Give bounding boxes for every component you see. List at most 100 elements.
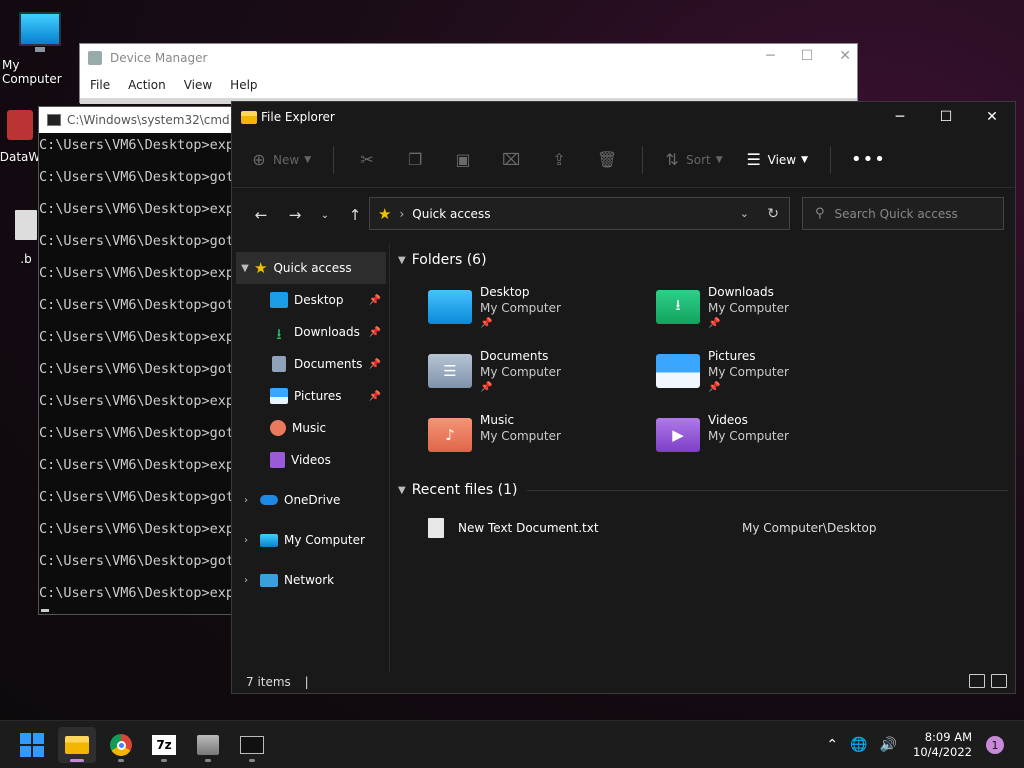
sidebar-item-onedrive[interactable]: › OneDrive	[232, 484, 389, 516]
recent-locations-icon[interactable]: ⌄	[312, 210, 338, 221]
sidebar-item-downloads[interactable]: ⭳ Downloads 📌	[232, 316, 389, 348]
sidebar-item-music[interactable]: Music	[232, 412, 389, 444]
folder-downloads[interactable]: ⭳ Downloads My Computer 📌	[656, 284, 876, 332]
pin-icon[interactable]: 📌	[369, 295, 381, 306]
chevron-up-icon[interactable]: ⌃	[826, 737, 838, 753]
start-button[interactable]	[13, 727, 51, 763]
minimize-icon[interactable]: ─	[877, 102, 923, 132]
sort-label: Sort	[686, 152, 711, 167]
7zip-icon: 7z	[152, 735, 176, 755]
search-input[interactable]: ⚲ Search Quick access	[802, 197, 1004, 230]
minimize-icon[interactable]: ─	[766, 48, 774, 64]
clock-time: 8:09 AM	[924, 730, 972, 744]
new-button[interactable]: ⊕ New ▼	[250, 150, 311, 169]
forward-icon[interactable]: →	[278, 206, 312, 224]
cmd-line: C:\Users\VM6\Desktop>got	[39, 425, 235, 441]
chevron-right-icon[interactable]: ›	[238, 575, 254, 586]
taskbar-7zip[interactable]: 7z	[145, 727, 183, 763]
folder-music[interactable]: ♪ Music My Computer	[428, 412, 648, 452]
folder-videos[interactable]: ▶ Videos My Computer	[656, 412, 876, 452]
menu-help[interactable]: Help	[230, 78, 257, 92]
monitor-icon	[260, 533, 278, 547]
pin-icon[interactable]: 📌	[369, 327, 381, 338]
rename-button[interactable]: ⌧	[498, 150, 524, 169]
pin-icon[interactable]: 📌	[369, 391, 381, 402]
sidebar-item-videos[interactable]: Videos	[232, 444, 389, 476]
running-indicator	[161, 759, 167, 762]
folders-section-header[interactable]: ▼ Folders (6)	[398, 243, 1008, 277]
copy-button[interactable]: ❐	[402, 150, 428, 169]
share-button[interactable]: ⇪	[546, 150, 572, 169]
chevron-down-icon[interactable]: ▼	[398, 485, 406, 496]
sidebar-item-pictures[interactable]: Pictures 📌	[232, 380, 389, 412]
view-button[interactable]: ☰ View ▼	[745, 150, 808, 169]
terminal-icon	[240, 736, 264, 754]
network-globe-icon[interactable]: 🌐	[850, 737, 867, 753]
refresh-icon[interactable]: ↻	[767, 206, 779, 222]
chevron-right-icon[interactable]: ›	[238, 495, 254, 506]
paste-button[interactable]: ▣	[450, 150, 476, 169]
sidebar-item-quick-access[interactable]: ▼ ★ Quick access	[236, 252, 386, 284]
sort-icon: ⇅	[665, 150, 679, 169]
notification-badge[interactable]: 1	[986, 736, 1004, 754]
cmd-line: C:\Users\VM6\Desktop>got	[39, 169, 235, 185]
chevron-right-icon[interactable]: ›	[238, 535, 254, 546]
maximize-icon[interactable]: ☐	[923, 102, 969, 132]
sidebar-item-my-computer[interactable]: › My Computer	[232, 524, 389, 556]
recent-file-row[interactable]: New Text Document.txt My Computer\Deskto…	[398, 507, 1008, 549]
running-indicator	[205, 759, 211, 762]
desktop-icon-file[interactable]: .b	[14, 210, 38, 266]
desktop-icon-my-computer[interactable]: My Computer	[2, 12, 78, 86]
breadcrumb-location[interactable]: Quick access	[412, 207, 490, 221]
menu-action[interactable]: Action	[128, 78, 166, 92]
pin-icon[interactable]: 📌	[369, 359, 381, 370]
close-icon[interactable]: ✕	[839, 48, 851, 64]
folder-documents[interactable]: ☰ Documents My Computer 📌	[428, 348, 648, 396]
sort-button[interactable]: ⇅ Sort ▼	[663, 150, 722, 169]
sidebar-item-desktop[interactable]: Desktop 📌	[232, 284, 389, 316]
close-icon[interactable]: ✕	[969, 102, 1015, 132]
folder-desktop[interactable]: Desktop My Computer 📌	[428, 284, 648, 332]
address-bar[interactable]: ★ › Quick access ⌄ ↻	[369, 197, 790, 230]
chevron-down-icon[interactable]: ▼	[236, 263, 254, 274]
menu-view[interactable]: View	[184, 78, 212, 92]
taskbar-chrome[interactable]	[102, 727, 140, 763]
sidebar-item-documents[interactable]: Documents 📌	[232, 348, 389, 380]
taskbar-device-manager[interactable]	[189, 727, 227, 763]
tiles-view-icon[interactable]	[991, 674, 1007, 688]
desktop-icon-dataw[interactable]: DataW	[0, 110, 40, 164]
menu-file[interactable]: File	[90, 78, 110, 92]
recent-section-header[interactable]: ▼ Recent files (1)	[398, 473, 1008, 507]
clock[interactable]: 8:09 AM 10/4/2022	[913, 730, 972, 760]
view-list-icon: ☰	[746, 150, 761, 169]
star-icon: ★	[378, 204, 392, 223]
folder-location: My Computer	[708, 365, 789, 379]
search-placeholder: Search Quick access	[834, 206, 958, 221]
status-divider: |	[304, 675, 309, 689]
taskbar-file-explorer[interactable]	[58, 727, 96, 763]
more-options-button[interactable]: •••	[851, 149, 885, 170]
running-indicator	[118, 759, 124, 762]
up-icon[interactable]: ↑	[338, 206, 372, 224]
cut-button[interactable]: ✂	[354, 150, 380, 169]
cmd-window[interactable]: C:\Windows\system32\cmd.exe C:\Users\VM6…	[38, 106, 238, 615]
play-icon: ▶	[672, 426, 684, 444]
file-explorer-window[interactable]: File Explorer ─ ☐ ✕ ⊕ New ▼ ✂ ❐ ▣ ⌧ ⇪ 🗑 …	[231, 101, 1016, 694]
volume-icon[interactable]: 🔊	[880, 737, 897, 753]
device-manager-titlebar[interactable]: Device Manager	[80, 44, 857, 72]
sidebar-item-network[interactable]: › Network	[232, 564, 389, 596]
taskbar-cmd[interactable]	[233, 727, 271, 763]
cmd-line: C:\Users\VM6\Desktop>exp	[39, 521, 235, 537]
chevron-down-icon[interactable]: ▼	[398, 255, 406, 266]
download-arrow-icon: ⭳	[675, 295, 681, 314]
delete-button[interactable]: 🗑	[594, 150, 620, 169]
back-icon[interactable]: ←	[244, 206, 278, 224]
details-view-icon[interactable]	[969, 674, 985, 688]
sidebar-item-label: Network	[284, 573, 335, 587]
device-manager-window[interactable]: Device Manager ─ ☐ ✕ File Action View He…	[79, 43, 858, 104]
cmd-titlebar[interactable]: C:\Windows\system32\cmd.exe	[39, 107, 237, 133]
maximize-icon[interactable]: ☐	[801, 48, 814, 64]
chevron-down-icon[interactable]: ⌄	[740, 207, 749, 220]
cmd-output: C:\Users\VM6\Desktop>exp C:\Users\VM6\Des…	[39, 133, 237, 618]
folder-pictures[interactable]: Pictures My Computer 📌	[656, 348, 876, 396]
